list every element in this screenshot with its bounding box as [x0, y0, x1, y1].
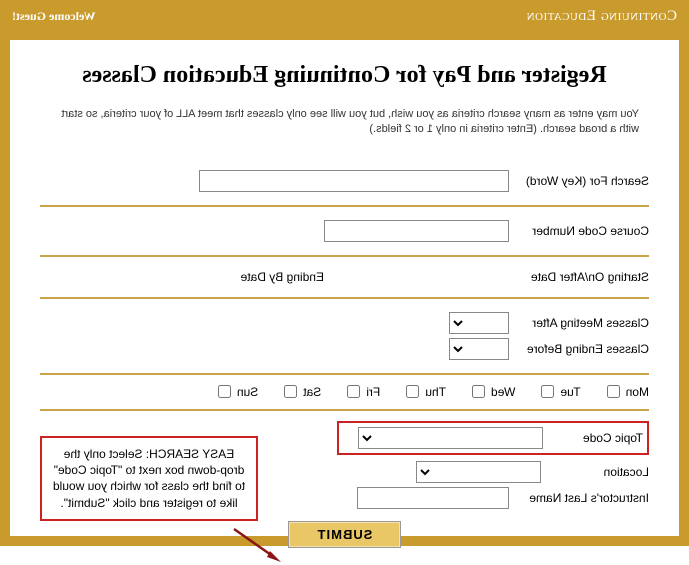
location-select[interactable]: [416, 461, 541, 483]
day-wed: Wed: [472, 385, 515, 399]
day-label: Sun: [237, 385, 258, 399]
course-code-label: Course Code Number: [509, 224, 649, 238]
meeting-after-label: Classes Meeting After: [509, 316, 649, 330]
meeting-after-select[interactable]: [449, 312, 509, 334]
days-row: Mon Tue Wed Thu Fri Sat Sun: [40, 375, 649, 411]
course-code-input[interactable]: [324, 220, 509, 242]
time-section: Classes Meeting After Classes Ending Bef…: [40, 299, 649, 375]
day-label: Fri: [366, 385, 380, 399]
location-label: Location: [541, 465, 649, 479]
date-section: Starting On/After Date Ending By Date: [40, 257, 649, 299]
page-title: Register and Pay for Continuing Educatio…: [40, 62, 649, 89]
submit-row: SUBMIT: [40, 521, 649, 548]
instructor-input[interactable]: [357, 487, 509, 509]
day-sat: Sat: [284, 385, 321, 399]
day-sun: Sun: [218, 385, 258, 399]
main-panel: Register and Pay for Continuing Educatio…: [0, 32, 689, 546]
app-title: Continuing Education: [526, 8, 677, 25]
welcome-text: Welcome Guest!: [12, 9, 96, 24]
day-label: Tue: [560, 385, 580, 399]
topic-select[interactable]: [358, 427, 543, 449]
keyword-label: Search For (Key Word): [509, 174, 649, 188]
day-sun-checkbox[interactable]: [218, 385, 231, 398]
ending-before-select[interactable]: [449, 338, 509, 360]
day-mon-checkbox[interactable]: [607, 385, 620, 398]
intro-text: You may enter as many search criteria as…: [40, 107, 649, 137]
end-date-label: Ending By Date: [241, 270, 324, 284]
day-mon: Mon: [607, 385, 649, 399]
topic-label: Topic Code: [543, 431, 643, 445]
day-thu-checkbox[interactable]: [406, 385, 419, 398]
day-sat-checkbox[interactable]: [284, 385, 297, 398]
keyword-section: Search For (Key Word): [40, 157, 649, 207]
day-label: Wed: [491, 385, 515, 399]
course-code-section: Course Code Number: [40, 207, 649, 257]
day-label: Mon: [626, 385, 649, 399]
ending-before-label: Classes Ending Before: [509, 342, 649, 356]
day-label: Thu: [425, 385, 446, 399]
day-tue-checkbox[interactable]: [541, 385, 554, 398]
day-fri: Fri: [347, 385, 380, 399]
day-fri-checkbox[interactable]: [347, 385, 360, 398]
header-bar: Continuing Education Welcome Guest!: [0, 0, 689, 32]
day-thu: Thu: [406, 385, 446, 399]
topic-highlight: Topic Code: [337, 421, 649, 455]
instructor-label: Instructor's Last Name: [509, 491, 649, 505]
day-label: Sat: [303, 385, 321, 399]
day-tue: Tue: [541, 385, 580, 399]
start-date-label: Starting On/After Date: [509, 270, 649, 284]
easy-search-callout: EASY SEARCH: Select only the drop-down b…: [40, 436, 258, 521]
keyword-input[interactable]: [199, 170, 509, 192]
submit-button[interactable]: SUBMIT: [288, 521, 402, 548]
day-wed-checkbox[interactable]: [472, 385, 485, 398]
